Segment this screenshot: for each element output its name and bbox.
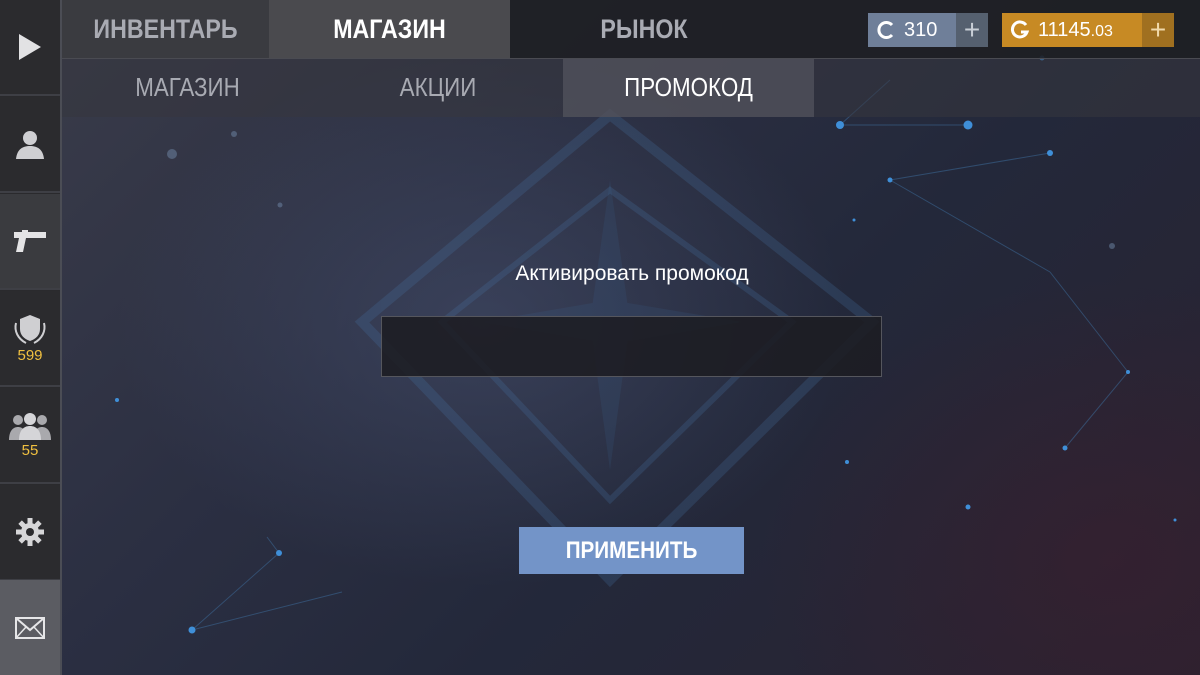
subtab-shop[interactable]: МАГАЗИН (80, 58, 296, 117)
tab-inventory[interactable]: ИНВЕНТАРЬ (76, 0, 254, 58)
silver-currency: 310 + (868, 13, 988, 47)
pistol-icon (14, 230, 46, 252)
gold-currency: 11145.03 + (1002, 13, 1174, 47)
subtab-sales[interactable]: АКЦИИ (331, 58, 546, 117)
play-icon (19, 34, 41, 60)
profile-icon (16, 131, 44, 159)
gear-icon (16, 518, 44, 546)
apply-button-label: ПРИМЕНИТЬ (565, 536, 698, 564)
tab-shop[interactable]: МАГАЗИН (286, 0, 493, 58)
tab-shop-label: МАГАЗИН (333, 13, 446, 44)
silver-value: 310 (904, 18, 938, 41)
gold-amount-box: 11145.03 (1002, 13, 1142, 47)
sidebar-item-friends[interactable]: 55 (0, 388, 60, 484)
sidebar-item-mail[interactable] (0, 580, 60, 675)
sidebar-item-rank[interactable]: 599 (0, 291, 60, 387)
gold-value: 11145.03 (1038, 19, 1113, 42)
gold-value-decimal: .03 (1090, 22, 1113, 40)
friends-count: 55 (21, 441, 39, 459)
subtab-sales-label: АКЦИИ (399, 72, 477, 102)
left-sidebar: 599 55 (0, 0, 62, 675)
promocode-input[interactable] (381, 316, 882, 377)
friends-icon (9, 412, 51, 440)
subtab-promocode[interactable]: ПРОМОКОД (581, 58, 797, 117)
tab-inventory-label: ИНВЕНТАРЬ (93, 13, 238, 44)
promo-title: Активировать промокод (515, 262, 749, 285)
tab-market-label: РЫНОК (600, 13, 688, 44)
sidebar-item-play[interactable] (0, 0, 60, 96)
subtab-shop-label: МАГАЗИН (135, 72, 240, 102)
gold-plus-label: + (1149, 14, 1167, 45)
sidebar-item-profile[interactable] (0, 97, 60, 193)
mail-icon (15, 616, 45, 639)
subtab-promocode-label: ПРОМОКОД (624, 72, 753, 102)
gold-coin-icon (1011, 20, 1030, 39)
silver-plus-label: + (963, 14, 981, 45)
apply-button[interactable]: ПРИМЕНИТЬ (519, 527, 744, 574)
silver-add-button[interactable]: + (956, 13, 988, 47)
silver-amount-box: 310 (868, 13, 956, 47)
tab-market[interactable]: РЫНОК (529, 0, 759, 58)
sidebar-item-weapons[interactable] (0, 194, 60, 290)
gold-add-button[interactable]: + (1142, 13, 1174, 47)
silver-coin-icon (877, 21, 894, 39)
sidebar-item-settings[interactable] (0, 485, 60, 581)
rank-shield-icon (14, 314, 46, 344)
rank-count: 599 (17, 346, 43, 364)
gold-value-main: 11145 (1038, 18, 1091, 41)
